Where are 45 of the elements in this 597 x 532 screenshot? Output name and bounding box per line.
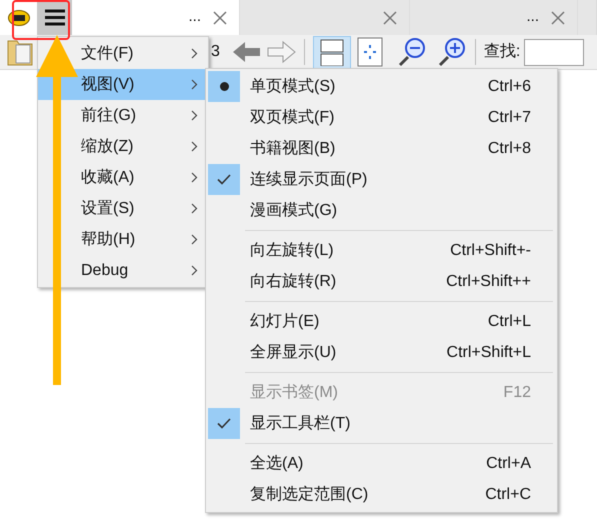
menu-item[interactable]: 显示工具栏(T) <box>208 408 557 439</box>
tab-title: ... <box>526 7 539 28</box>
chevron-icon <box>191 265 198 276</box>
menu-button[interactable] <box>37 0 72 35</box>
find-field[interactable] <box>524 38 584 66</box>
menu-item[interactable]: 幻灯片(E) Ctrl+L <box>208 306 557 337</box>
menu-item[interactable]: Debug <box>38 255 208 286</box>
chevron-icon <box>191 110 198 121</box>
menu-item[interactable]: 向右旋转(R) Ctrl+Shift++ <box>208 266 557 297</box>
close-icon[interactable] <box>551 10 565 24</box>
menu-item[interactable]: 单页模式(S) Ctrl+6 <box>208 71 557 102</box>
chevron-icon <box>191 48 198 59</box>
back-arrow-icon[interactable] <box>232 40 262 64</box>
fit-page-button[interactable] <box>312 36 351 68</box>
chevron-icon <box>191 79 198 90</box>
chevron-icon <box>191 203 198 214</box>
menu-icon <box>44 9 64 26</box>
menu-item[interactable]: 连续显示页面(P) <box>208 164 557 195</box>
menu-item[interactable]: 全选(A) Ctrl+A <box>208 448 557 479</box>
zoom-in-icon[interactable] <box>436 37 467 67</box>
menu-item[interactable]: 复制选定范围(C) Ctrl+C <box>208 479 557 510</box>
menu-item[interactable]: 设置(S) <box>38 193 208 224</box>
menu-item[interactable]: 缩放(Z) <box>38 131 208 162</box>
zoom-out-icon[interactable] <box>396 37 427 67</box>
tab[interactable]: ... <box>410 0 578 35</box>
close-icon[interactable] <box>383 10 397 24</box>
menu-item[interactable]: 收藏(A) <box>38 162 208 193</box>
menu-item[interactable]: 漫画模式(G) <box>208 195 557 226</box>
chevron-icon <box>191 234 198 245</box>
fit-width-icon[interactable] <box>356 37 383 67</box>
tab-title: ... <box>188 7 201 28</box>
app-logo-icon <box>8 10 30 26</box>
menu-item[interactable]: 文件(F) <box>38 38 208 69</box>
menu-item[interactable]: 全屏显示(U) Ctrl+Shift+L <box>208 337 557 368</box>
menu-item[interactable]: 双页模式(F) Ctrl+7 <box>208 102 557 133</box>
page-number: 3 <box>211 42 220 62</box>
chevron-icon <box>191 172 198 183</box>
forward-arrow-icon[interactable] <box>266 40 296 64</box>
menu-item[interactable]: 前往(G) <box>38 100 208 131</box>
close-icon[interactable] <box>213 10 227 24</box>
find-label: 查找: <box>484 42 520 62</box>
menu-item[interactable]: 向左旋转(L) Ctrl+Shift+- <box>208 235 557 266</box>
menu-item[interactable]: 帮助(H) <box>38 224 208 255</box>
menu-item[interactable]: 书籍视图(B) Ctrl+8 <box>208 133 557 164</box>
chevron-icon <box>191 141 198 152</box>
